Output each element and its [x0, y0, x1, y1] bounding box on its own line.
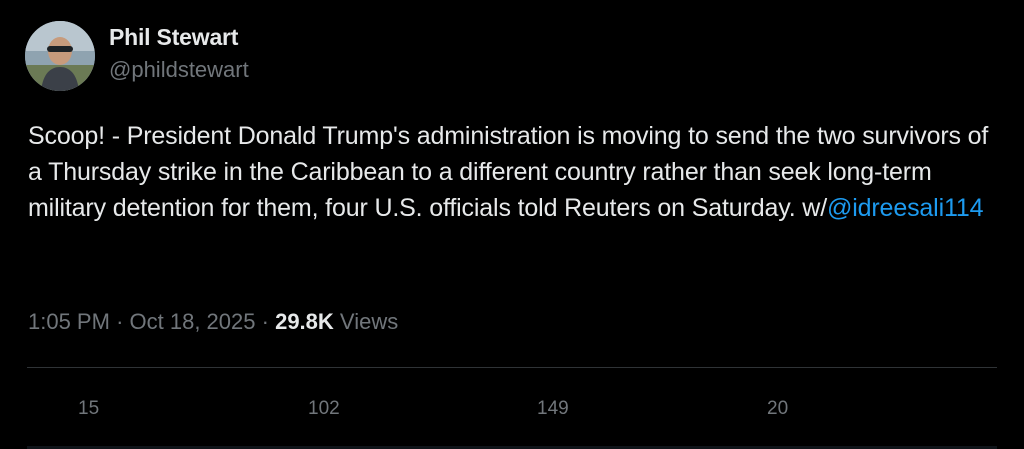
reply-button[interactable]: 15 [78, 395, 99, 423]
tweet-card: Phil Stewart @phildstewart Scoop! - Pres… [0, 0, 1024, 449]
like-count: 149 [537, 398, 569, 419]
user-handle[interactable]: @phildstewart [109, 56, 249, 84]
bookmark-count: 20 [767, 398, 789, 419]
divider [27, 367, 997, 368]
views-label: Views [339, 309, 399, 334]
like-button[interactable]: 149 [537, 395, 569, 423]
tweet-meta: 1:05 PM · Oct 18, 2025 · 29.8K Views [28, 307, 398, 337]
meta-separator: · [116, 309, 124, 334]
bookmark-button[interactable]: 20 [767, 395, 788, 423]
avatar[interactable] [25, 21, 95, 91]
tweet-text: Scoop! - President Donald Trump's admini… [28, 118, 1003, 226]
avatar-photo-icon [25, 21, 95, 91]
display-name[interactable]: Phil Stewart [109, 22, 249, 52]
reply-count: 15 [78, 398, 100, 419]
tweet-date[interactable]: Oct 18, 2025 [130, 309, 256, 334]
repost-count: 102 [308, 398, 340, 419]
repost-button[interactable]: 102 [308, 395, 340, 423]
views-count: 29.8K [275, 309, 334, 334]
action-bar: 15 102 149 20 [0, 395, 1024, 425]
author-block: Phil Stewart @phildstewart [109, 22, 249, 84]
tweet-time[interactable]: 1:05 PM [28, 309, 110, 334]
meta-separator-2: · [261, 309, 269, 334]
mention-link[interactable]: @idreesali114 [827, 194, 984, 222]
